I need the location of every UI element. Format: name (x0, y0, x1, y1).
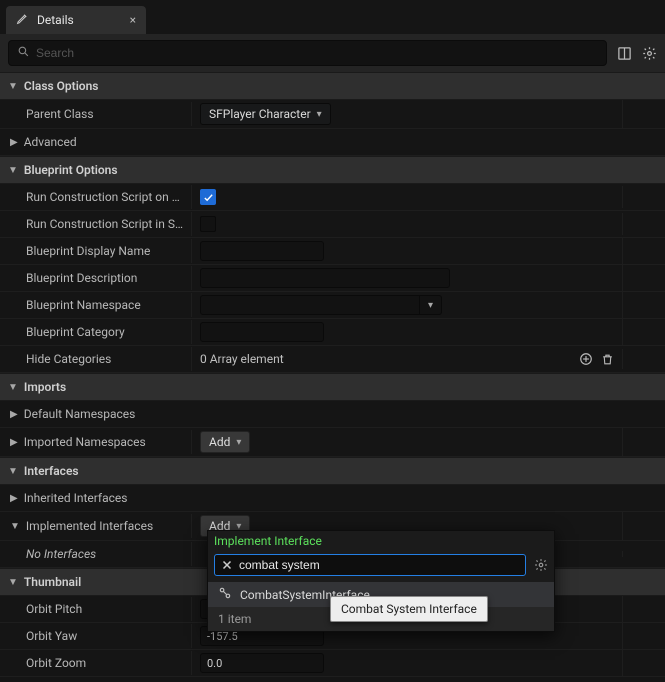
search-field[interactable] (8, 40, 607, 66)
row-description: Blueprint Description (0, 265, 665, 292)
tooltip: Combat System Interface (330, 596, 488, 622)
label: Orbit Yaw (0, 624, 192, 648)
section-imports[interactable]: ▼ Imports (0, 373, 665, 401)
clear-search-icon[interactable] (221, 559, 233, 571)
row-run-con-drag: Run Construction Script on Drag (0, 184, 665, 211)
chevron-down-icon: ▼ (8, 466, 18, 477)
row-parent-class: Parent Class SFPlayer Character ▾ (0, 100, 665, 129)
no-interfaces-text: No Interfaces (0, 542, 192, 566)
chevron-down-icon[interactable]: ▾ (420, 295, 442, 315)
trash-icon[interactable] (601, 353, 614, 366)
label: Blueprint Display Name (0, 239, 192, 263)
row-inherited-interfaces[interactable]: ▶ Inherited Interfaces (0, 485, 665, 512)
popup-search-input[interactable] (239, 558, 519, 572)
label: Orbit Zoom (0, 651, 192, 675)
label: Blueprint Namespace (0, 293, 192, 317)
label: Blueprint Category (0, 320, 192, 344)
popup-search-field[interactable] (214, 554, 526, 576)
chevron-right-icon: ▶ (10, 437, 18, 448)
chevron-right-icon: ▶ (10, 409, 18, 420)
section-title: Class Options (24, 79, 99, 93)
description-input[interactable] (200, 268, 450, 288)
row-run-con-seq: Run Construction Script in Seq… (0, 211, 665, 238)
checkbox-run-con-seq[interactable] (200, 216, 216, 232)
popup-title: Implement Interface (208, 531, 554, 551)
label: Run Construction Script on Drag (0, 185, 192, 209)
tab-bar: Details × (0, 0, 665, 34)
chevron-down-icon: ▼ (8, 165, 18, 176)
tab-title: Details (37, 13, 74, 27)
gear-icon[interactable] (642, 46, 657, 61)
section-title: Interfaces (24, 464, 79, 478)
label-advanced: Advanced (24, 135, 77, 149)
pencil-icon (16, 12, 29, 28)
orbit-zoom-input[interactable]: 0.0 (200, 653, 324, 673)
row-display-name: Blueprint Display Name (0, 238, 665, 265)
parent-class-dropdown[interactable]: SFPlayer Character ▾ (200, 103, 331, 125)
label: Inherited Interfaces (24, 491, 128, 505)
row-default-namespaces[interactable]: ▶ Default Namespaces (0, 401, 665, 428)
category-input[interactable] (200, 322, 324, 342)
row-category: Blueprint Category (0, 319, 665, 346)
parent-class-value: SFPlayer Character (209, 107, 311, 121)
chevron-down-icon: ▼ (8, 81, 18, 92)
search-icon (17, 45, 30, 61)
section-title: Imports (24, 380, 66, 394)
chevron-down-icon: ▼ (8, 577, 18, 588)
label: Default Namespaces (24, 407, 136, 421)
checkbox-run-con-drag[interactable] (200, 189, 216, 205)
chevron-down-icon: ▼ (8, 382, 18, 393)
label: Blueprint Description (0, 266, 192, 290)
section-blueprint-options[interactable]: ▼ Blueprint Options (0, 156, 665, 184)
row-advanced[interactable]: ▶ Advanced (0, 129, 665, 156)
label: Imported Namespaces (24, 435, 146, 449)
add-array-element-icon[interactable] (579, 352, 593, 366)
row-orbit-zoom: Orbit Zoom 0.0 (0, 650, 665, 677)
chevron-right-icon: ▶ (10, 493, 18, 504)
interface-icon (218, 586, 232, 603)
chevron-down-icon: ▾ (236, 437, 241, 448)
details-tab[interactable]: Details × (6, 6, 146, 34)
layout-icon[interactable] (617, 46, 632, 61)
label: Implemented Interfaces (26, 519, 153, 533)
search-input[interactable] (36, 46, 598, 60)
add-namespace-button[interactable]: Add ▾ (200, 431, 250, 453)
section-interfaces[interactable]: ▼ Interfaces (0, 457, 665, 485)
close-icon[interactable]: × (130, 13, 136, 27)
namespace-combo[interactable]: ▾ (200, 295, 442, 315)
label: Hide Categories (0, 347, 192, 371)
chevron-down-icon: ▼ (10, 521, 20, 532)
button-label: Add (209, 435, 230, 449)
label: Orbit Pitch (0, 597, 192, 621)
array-count: 0 Array element (200, 352, 284, 366)
row-namespace: Blueprint Namespace ▾ (0, 292, 665, 319)
section-class-options[interactable]: ▼ Class Options (0, 72, 665, 100)
section-title: Thumbnail (24, 575, 81, 589)
chevron-down-icon: ▾ (317, 109, 322, 120)
section-title: Blueprint Options (24, 163, 118, 177)
label: Run Construction Script in Seq… (0, 212, 192, 236)
namespace-input[interactable] (200, 295, 420, 315)
chevron-right-icon: ▶ (10, 137, 18, 148)
gear-icon[interactable] (534, 558, 548, 572)
row-imported-namespaces: ▶ Imported Namespaces Add ▾ (0, 428, 665, 457)
toolbar (0, 34, 665, 72)
row-hide-categories: Hide Categories 0 Array element (0, 346, 665, 373)
label-parent-class: Parent Class (0, 102, 192, 126)
display-name-input[interactable] (200, 241, 324, 261)
